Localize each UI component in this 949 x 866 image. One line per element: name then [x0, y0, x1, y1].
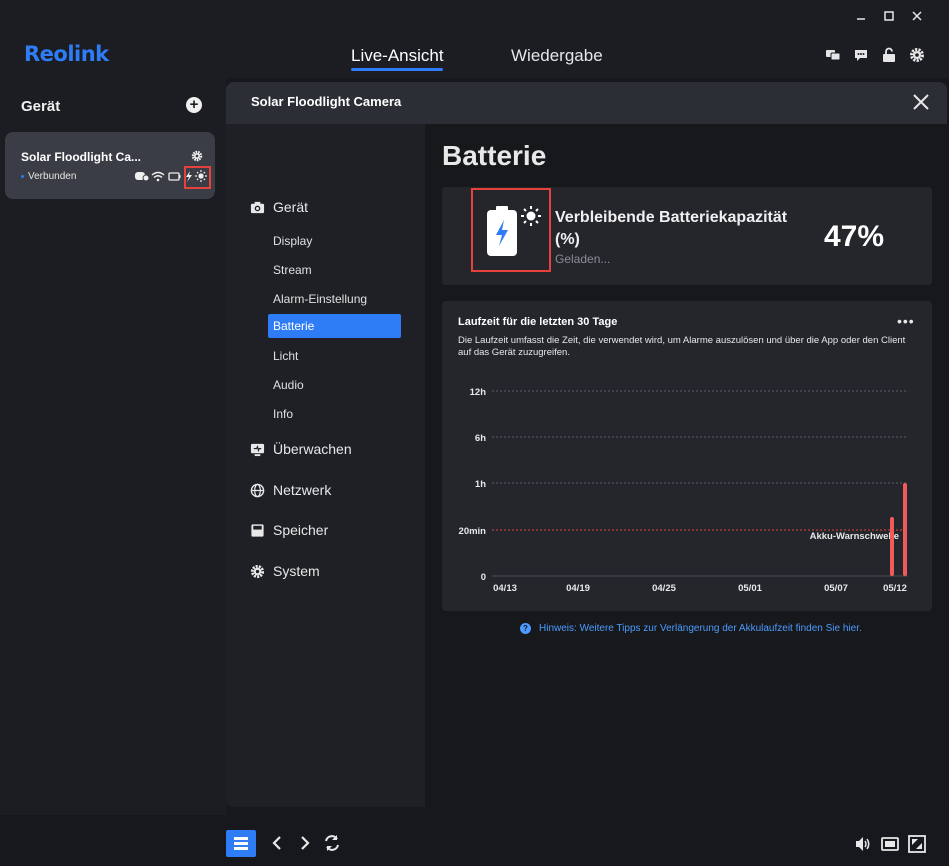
nav-item-info[interactable]: Info — [273, 407, 293, 421]
add-device-button[interactable]: + — [186, 97, 202, 113]
help-icon: ? — [520, 623, 531, 634]
minimize-icon[interactable] — [851, 8, 871, 26]
app-logo: Reolink — [24, 42, 109, 66]
threshold-label: Akku-Warnschwelle — [810, 531, 899, 542]
previous-icon[interactable] — [268, 833, 288, 853]
solar-battery-icon — [487, 206, 541, 256]
device-sidebar: Gerät + Solar Floodlight Ca... Verbunden — [0, 78, 226, 815]
nav-item-battery[interactable]: Batterie — [268, 314, 401, 338]
dialog-header: Solar Floodlight Camera — [226, 82, 947, 124]
volume-icon[interactable] — [853, 834, 873, 854]
battery-percentage: 47% — [824, 220, 885, 253]
battery-tips-link[interactable]: ? Hinweis: Weitere Tipps zur Verlängerun… — [520, 623, 862, 634]
refresh-icon[interactable] — [322, 833, 342, 853]
wifi-icon — [151, 171, 165, 182]
nav-item-display[interactable]: Display — [273, 234, 312, 248]
nav-group-network[interactable]: Netzwerk — [250, 482, 331, 498]
runtime-chart: 0 20min 1h 6h 12h Akku-Warnschwelle 04/13 04/19… — [459, 387, 908, 594]
screen-ratio-icon[interactable] — [880, 834, 900, 854]
layout-list-icon[interactable] — [226, 830, 256, 857]
runtime-bar — [890, 517, 894, 576]
device-card[interactable]: Solar Floodlight Ca... Verbunden — [5, 132, 215, 199]
translate-icon[interactable] — [825, 47, 841, 63]
nav-group-device[interactable]: Gerät — [250, 199, 308, 215]
nav-group-system[interactable]: System — [250, 563, 320, 579]
x-tick-label: 04/25 — [652, 583, 676, 594]
status-dot-icon — [21, 174, 24, 178]
y-tick-label: 20min — [459, 526, 487, 537]
nav-item-audio[interactable]: Audio — [273, 378, 304, 392]
battery-icon-highlight — [471, 188, 551, 272]
next-icon[interactable] — [294, 833, 314, 853]
device-settings-icon[interactable] — [191, 149, 203, 162]
nav-item-alarm[interactable]: Alarm-Einstellung — [273, 292, 367, 306]
monitor-icon — [250, 442, 265, 457]
tab-live-view[interactable]: Live-Ansicht — [351, 46, 444, 66]
title-bar: Reolink Live-Ansicht Wiedergabe — [0, 0, 949, 78]
y-tick-label: 0 — [481, 572, 486, 583]
storage-icon — [250, 523, 265, 538]
settings-nav: Gerät Display Stream Alarm-Einstellung B… — [226, 124, 425, 807]
hint-text: Hinweis: Weitere Tipps zur Verlängerung … — [539, 623, 862, 634]
battery-capacity-label: Verbleibende Batteriekapazität (%) — [555, 209, 788, 248]
nav-group-monitor[interactable]: Überwachen — [250, 441, 352, 457]
battery-page: Batterie Verbleibende Batteriekapazität … — [425, 124, 947, 807]
battery-icon — [168, 172, 181, 181]
gear-icon — [250, 564, 265, 579]
fullscreen-icon[interactable] — [907, 834, 927, 854]
chat-icon[interactable] — [853, 47, 869, 63]
nav-group-monitor-label: Überwachen — [273, 441, 352, 457]
nav-item-light[interactable]: Licht — [273, 349, 298, 363]
battery-capacity-card: Verbleibende Batteriekapazität (%) Gelad… — [442, 187, 932, 285]
sidebar-title: Gerät — [21, 98, 61, 115]
bottom-toolbar — [0, 815, 949, 866]
runtime-chart-card: Laufzeit für die letzten 30 Tage ••• Die… — [442, 301, 932, 611]
nav-group-storage-label: Speicher — [273, 522, 329, 538]
maximize-icon[interactable] — [879, 8, 899, 26]
cloud-icon — [135, 172, 150, 182]
x-tick-label: 05/12 — [883, 583, 907, 594]
nav-group-storage[interactable]: Speicher — [250, 522, 328, 538]
nav-group-system-label: System — [273, 563, 320, 579]
dialog-close-icon[interactable] — [911, 92, 931, 112]
device-name: Solar Floodlight Ca... — [21, 150, 141, 164]
x-tick-label: 05/01 — [738, 583, 762, 594]
active-tab-indicator — [351, 68, 443, 71]
settings-icon[interactable] — [909, 47, 925, 63]
nav-group-device-label: Gerät — [273, 199, 309, 215]
device-settings-dialog: Solar Floodlight Camera Gerät Display St… — [226, 82, 947, 807]
x-tick-label: 04/19 — [566, 583, 590, 594]
solar-status-highlight — [184, 166, 211, 189]
unlock-icon[interactable] — [881, 47, 897, 63]
device-status: Verbunden — [21, 171, 76, 182]
page-title: Batterie — [442, 140, 547, 171]
battery-charging-status: Geladen... — [555, 252, 611, 266]
close-window-icon[interactable] — [907, 8, 927, 26]
nav-group-network-label: Netzwerk — [273, 482, 332, 498]
nav-item-stream[interactable]: Stream — [273, 263, 312, 277]
dialog-title: Solar Floodlight Camera — [251, 94, 402, 109]
y-tick-label: 12h — [470, 387, 487, 398]
tab-playback[interactable]: Wiedergabe — [511, 46, 603, 66]
camera-icon — [250, 200, 265, 215]
runtime-bar — [903, 483, 907, 576]
y-tick-label: 1h — [475, 479, 486, 490]
y-tick-label: 6h — [475, 433, 486, 444]
x-tick-label: 05/07 — [824, 583, 848, 594]
x-tick-label: 04/13 — [493, 583, 517, 594]
globe-icon — [250, 483, 265, 498]
device-status-text: Verbunden — [28, 171, 77, 182]
